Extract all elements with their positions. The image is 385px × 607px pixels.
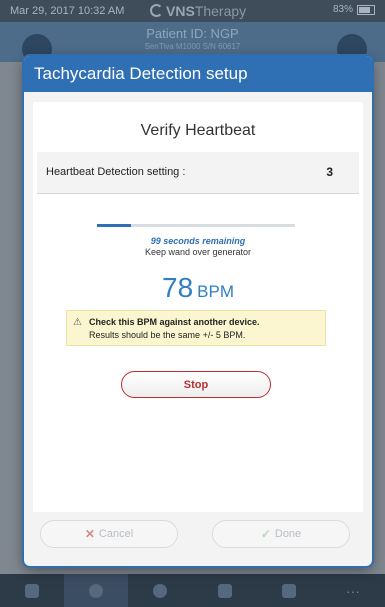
setting-label: Heartbeat Detection setting : bbox=[46, 166, 186, 178]
tab-magnet-icon bbox=[193, 574, 257, 607]
cancel-x-icon: ✕ bbox=[84, 527, 95, 541]
stop-button[interactable]: Stop bbox=[121, 371, 271, 398]
detection-setting-row: Heartbeat Detection setting : 3 bbox=[37, 152, 359, 194]
warning-triangle-icon: ⚠ bbox=[73, 317, 82, 328]
patient-id: Patient ID: NGP bbox=[146, 26, 239, 41]
done-check-icon: ✓ bbox=[260, 527, 271, 541]
tab-more-icon bbox=[321, 574, 385, 607]
tab-interrogate-icon bbox=[64, 574, 129, 607]
tab-report-icon bbox=[257, 574, 321, 607]
bottom-tab-bar bbox=[0, 574, 385, 607]
bpm-value: 78 bbox=[162, 272, 194, 303]
setting-value: 3 bbox=[326, 165, 333, 179]
brand-loop-icon bbox=[150, 4, 163, 17]
cancel-button[interactable]: ✕ Cancel bbox=[40, 520, 178, 548]
warning-line-2: Results should be the same +/- 5 BPM. bbox=[89, 330, 246, 340]
seconds-remaining: 99 seconds remaining bbox=[150, 236, 246, 246]
dialog-title: Tachycardia Detection setup bbox=[24, 56, 372, 92]
status-time: Mar 29, 2017 10:32 AM bbox=[10, 5, 125, 17]
verify-heading: Verify Heartbeat bbox=[140, 122, 256, 139]
bpm-readout: 78 BPM bbox=[33, 272, 363, 304]
tab-dashboard-icon bbox=[0, 574, 64, 607]
done-label: Done bbox=[274, 528, 302, 540]
dialog-body: Verify Heartbeat Heartbeat Detection set… bbox=[33, 102, 363, 512]
warning-box: ⚠ Check this BPM against another device.… bbox=[66, 310, 326, 346]
keep-wand-text: Keep wand over generator bbox=[144, 247, 252, 257]
tab-therapy-icon bbox=[128, 574, 192, 607]
progress-fill bbox=[97, 224, 131, 227]
cancel-label: Cancel bbox=[98, 528, 134, 540]
status-bar: Mar 29, 2017 10:32 AM VNSTherapy 83% bbox=[0, 0, 385, 22]
brand-logo: VNSTherapy bbox=[150, 3, 246, 19]
done-button[interactable]: ✓ Done bbox=[212, 520, 350, 548]
battery-percent: 83% bbox=[332, 4, 353, 15]
warning-line-1: Check this BPM against another device. bbox=[89, 317, 260, 327]
tachycardia-setup-dialog: Tachycardia Detection setup Verify Heart… bbox=[24, 56, 372, 566]
battery-icon bbox=[357, 4, 375, 15]
bpm-unit: BPM bbox=[197, 282, 234, 301]
progress-bar bbox=[97, 224, 295, 227]
status-right: 83% bbox=[333, 4, 375, 15]
device-model: SenTiva M1000 S/N 60617 bbox=[144, 42, 241, 51]
